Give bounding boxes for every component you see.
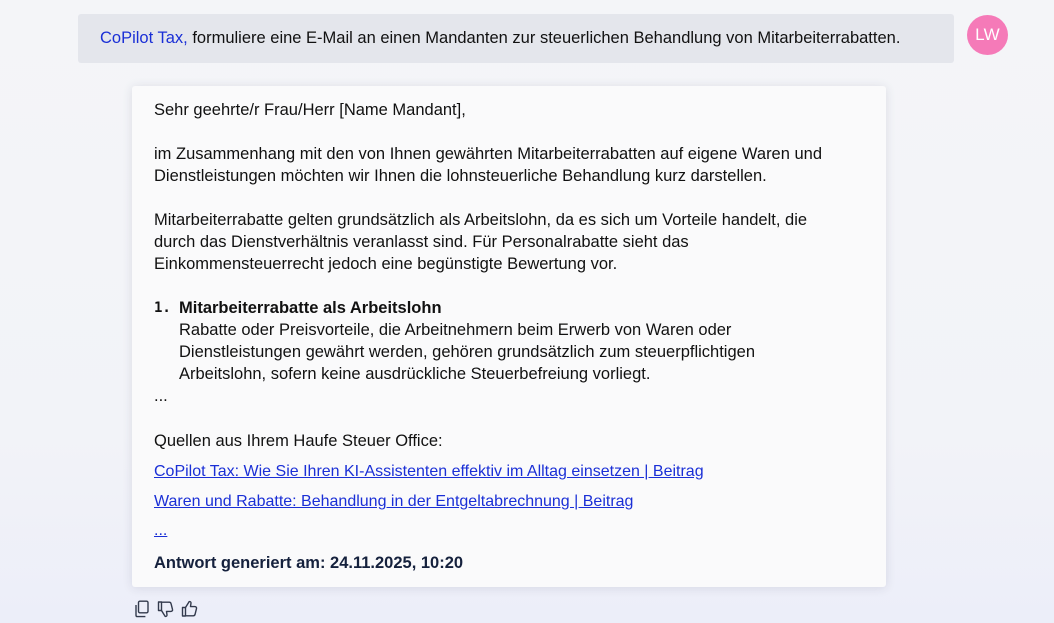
content-ellipsis: ... xyxy=(154,387,168,405)
list-item-line: Arbeitslohn, sofern keine ausdrückliche … xyxy=(179,365,651,383)
user-avatar[interactable]: LW xyxy=(967,15,1008,55)
list-item-number: 1. xyxy=(154,300,171,316)
sources-heading: Quellen aus Ihrem Haufe Steuer Office: xyxy=(154,432,443,450)
prompt-text: formuliere eine E-Mail an einen Mandante… xyxy=(187,29,901,47)
user-prompt-bubble: CoPilot Tax, formuliere eine E-Mail an e… xyxy=(78,14,954,63)
list-item-title: Mitarbeiterrabatte als Arbeitslohn xyxy=(179,299,442,317)
more-sources-link[interactable]: ... xyxy=(154,520,167,542)
email-greeting: Sehr geehrte/r Frau/Herr [Name Mandant], xyxy=(154,101,466,119)
copy-button[interactable] xyxy=(133,599,151,618)
email-paragraph-line: Mitarbeiterrabatte gelten grundsätzlich … xyxy=(154,211,808,229)
list-item-line: Dienstleistungen gewährt werden, gehören… xyxy=(179,343,756,361)
email-paragraph-line: durch das Dienstverhältnis veranlasst si… xyxy=(154,233,689,251)
email-paragraph-line: im Zusammenhang mit den von Ihnen gewähr… xyxy=(154,145,823,163)
list-item-line: Rabatte oder Preisvorteile, die Arbeitne… xyxy=(179,321,732,339)
thumbs-up-button[interactable] xyxy=(181,599,199,618)
response-actions xyxy=(133,599,199,619)
thumbs-up-icon xyxy=(181,600,198,617)
response-card: Sehr geehrte/r Frau/Herr [Name Mandant],… xyxy=(132,86,886,587)
source-link[interactable]: Waren und Rabatte: Behandlung in der Ent… xyxy=(154,491,633,513)
email-paragraph-line: Dienstleistungen möchten wir Ihnen die l… xyxy=(154,167,767,185)
source-link[interactable]: CoPilot Tax: Wie Sie Ihren KI-Assistente… xyxy=(154,461,704,483)
copy-icon xyxy=(135,600,149,617)
generated-timestamp: Antwort generiert am: 24.11.2025, 10:20 xyxy=(154,554,464,572)
email-paragraph-line: Einkommensteuerrecht jedoch eine begünst… xyxy=(154,255,618,273)
avatar-initials: LW xyxy=(975,25,1000,44)
prompt-addressee: CoPilot Tax, xyxy=(100,29,188,47)
thumbs-down-button[interactable] xyxy=(157,599,175,618)
thumbs-down-icon xyxy=(157,600,174,617)
